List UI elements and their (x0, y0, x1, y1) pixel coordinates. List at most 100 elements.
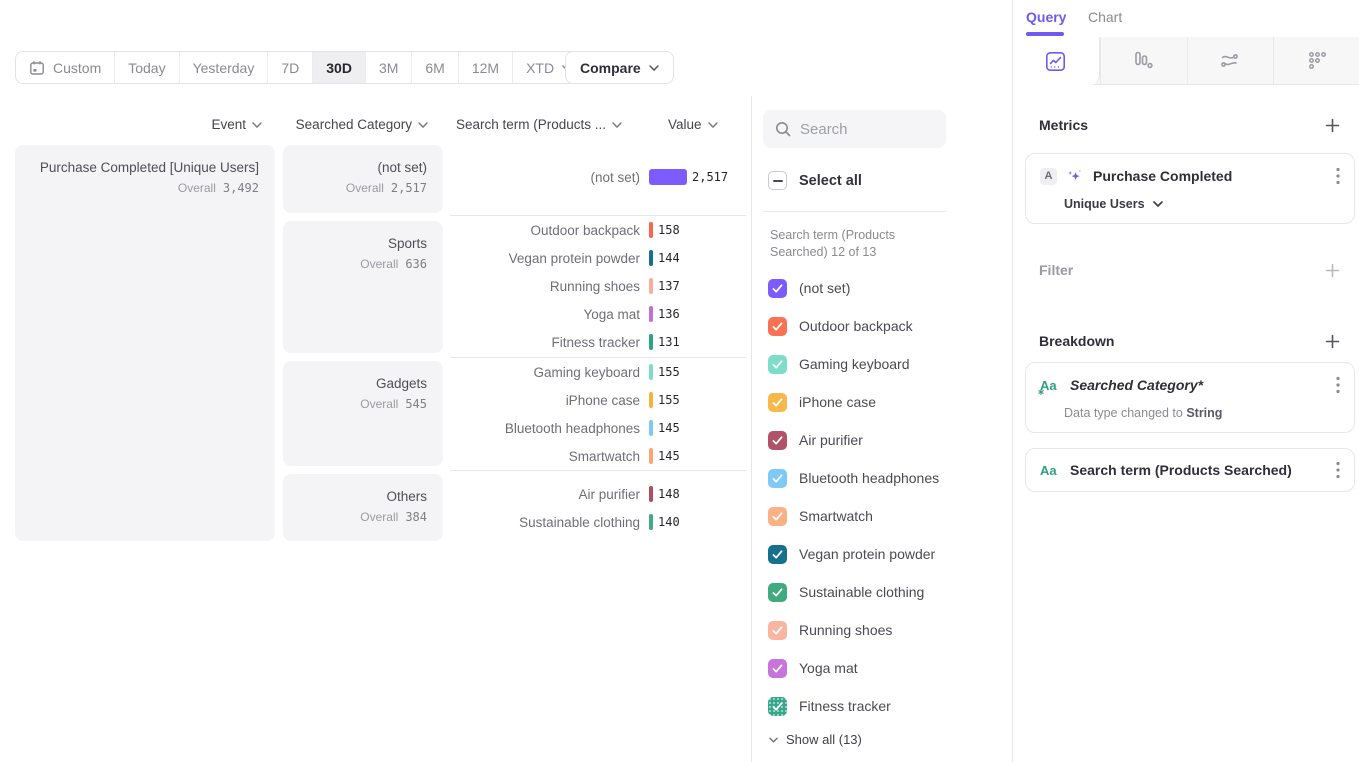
value-bar (649, 334, 653, 350)
select-all[interactable]: Select all (768, 171, 862, 190)
tab-retention[interactable] (1273, 37, 1359, 84)
value-bar (649, 250, 653, 266)
chevron-down-icon (769, 737, 778, 743)
breakdown-name: Search term (Products Searched) (1070, 462, 1326, 478)
term-row: Outdoor backpack 158 (450, 216, 746, 244)
term-row: Vegan protein powder 144 (450, 244, 746, 272)
active-tab-underline (1026, 32, 1064, 36)
date-range-custom[interactable]: Custom (16, 52, 114, 83)
legend-item[interactable]: Air purifier (755, 421, 1012, 459)
value-bar (649, 514, 653, 530)
date-range-3m[interactable]: 3M (365, 52, 411, 83)
breakdown-card-search-term[interactable]: Aa Search term (Products Searched) (1025, 448, 1355, 492)
category-cell-gadgets: Gadgets Overall545 (283, 361, 443, 466)
checkbox-checked[interactable] (768, 621, 787, 640)
event-overall: Overall3,492 (15, 181, 259, 195)
tab-insights[interactable] (1013, 37, 1100, 85)
term-group-gadgets: Gaming keyboard 155 iPhone case 155 Blue… (450, 357, 746, 470)
chevron-down-icon (612, 122, 622, 128)
checkbox-checked[interactable] (768, 355, 787, 374)
funnels-icon (1133, 50, 1154, 71)
add-filter-icon[interactable] (1325, 263, 1340, 278)
term-row: Smartwatch 145 (450, 442, 746, 470)
indeterminate-dash-icon (773, 180, 783, 182)
metrics-header: Metrics (1039, 117, 1340, 133)
date-range-30d-selected[interactable]: 30D (312, 52, 365, 83)
date-range-today[interactable]: Today (114, 52, 178, 83)
query-panel: Query Chart (1012, 0, 1359, 762)
legend-item[interactable]: Running shoes (755, 611, 1012, 649)
checkbox-checked[interactable] (768, 697, 787, 716)
date-range-yesterday[interactable]: Yesterday (179, 52, 268, 83)
metric-menu-button[interactable] (1336, 167, 1340, 185)
legend-item[interactable]: Gaming keyboard (755, 345, 1012, 383)
checkbox-checked[interactable] (768, 279, 787, 298)
select-all-checkbox[interactable] (768, 171, 787, 190)
checkbox-checked[interactable] (768, 545, 787, 564)
show-all-button[interactable]: Show all (13) (769, 732, 862, 747)
legend-item[interactable]: Smartwatch (755, 497, 1012, 535)
category-cell-others: Others Overall384 (283, 474, 443, 541)
tab-funnels[interactable] (1100, 37, 1187, 84)
kebab-menu-icon (1336, 167, 1340, 185)
value-bar (649, 306, 653, 322)
breakdown-menu-button[interactable] (1336, 461, 1340, 479)
column-header-event[interactable]: Event (15, 117, 262, 132)
term-row: Sustainable clothing 140 (450, 508, 746, 536)
tab-query[interactable]: Query (1026, 9, 1066, 25)
calendar-icon (29, 60, 45, 76)
add-metric-icon[interactable] (1325, 118, 1340, 133)
date-range-7d[interactable]: 7D (267, 52, 312, 83)
chevron-down-icon (708, 122, 718, 128)
check-icon (772, 702, 783, 711)
checkbox-checked[interactable] (768, 431, 787, 450)
date-range-6m[interactable]: 6M (411, 52, 457, 83)
legend-item[interactable]: Yoga mat (755, 649, 1012, 687)
legend-item[interactable]: Outdoor backpack (755, 307, 1012, 345)
divider (763, 211, 946, 212)
check-icon (772, 360, 783, 369)
checkbox-checked[interactable] (768, 583, 787, 602)
tab-chart[interactable]: Chart (1088, 9, 1122, 25)
check-icon (772, 626, 783, 635)
column-header-value[interactable]: Value (668, 117, 718, 132)
chevron-down-icon (649, 65, 659, 71)
date-range-12m[interactable]: 12M (458, 52, 512, 83)
legend-item[interactable]: Bluetooth headphones (755, 459, 1012, 497)
filter-header: Filter (1039, 262, 1340, 278)
term-row: Bluetooth headphones 145 (450, 414, 746, 442)
legend-item[interactable]: Sustainable clothing (755, 573, 1012, 611)
aggregation-dropdown[interactable]: Unique Users (1064, 197, 1340, 211)
checkbox-checked[interactable] (768, 507, 787, 526)
text-property-icon: Aa (1040, 463, 1060, 478)
check-icon (772, 664, 783, 673)
tab-flows[interactable] (1187, 37, 1274, 84)
metric-name: Purchase Completed (1093, 168, 1326, 184)
breakdown-header: Breakdown (1039, 333, 1340, 349)
search-input[interactable] (800, 121, 940, 138)
chevron-down-icon (1153, 201, 1163, 207)
checkbox-checked[interactable] (768, 659, 787, 678)
breakdown-menu-button[interactable] (1336, 376, 1340, 394)
checkbox-checked[interactable] (768, 469, 787, 488)
category-cell-not-set: (not set) Overall2,517 (283, 145, 443, 213)
value-bar (649, 278, 653, 294)
column-header-search-term[interactable]: Search term (Products ... (456, 117, 622, 132)
legend-item[interactable]: iPhone case (755, 383, 1012, 421)
add-breakdown-icon[interactable] (1325, 334, 1340, 349)
custom-property-star-icon (1038, 389, 1044, 395)
value-bar (649, 364, 653, 380)
chevron-down-icon (418, 122, 428, 128)
column-header-searched-category[interactable]: Searched Category (283, 117, 428, 132)
legend-item[interactable]: (not set) (755, 269, 1012, 307)
checkbox-checked[interactable] (768, 317, 787, 336)
term-row: (not set) 2,517 (450, 163, 746, 191)
retention-icon (1307, 50, 1328, 71)
breakdown-card-searched-category[interactable]: Aa Searched Category* Data type changed … (1025, 362, 1355, 433)
legend-item[interactable]: Vegan protein powder (755, 535, 1012, 573)
compare-button[interactable]: Compare (565, 51, 674, 84)
checkbox-checked[interactable] (768, 393, 787, 412)
panel-divider (751, 96, 752, 762)
legend-item[interactable]: Fitness tracker (755, 687, 1012, 725)
metric-card[interactable]: A Purchase Completed Unique Users (1025, 153, 1355, 224)
